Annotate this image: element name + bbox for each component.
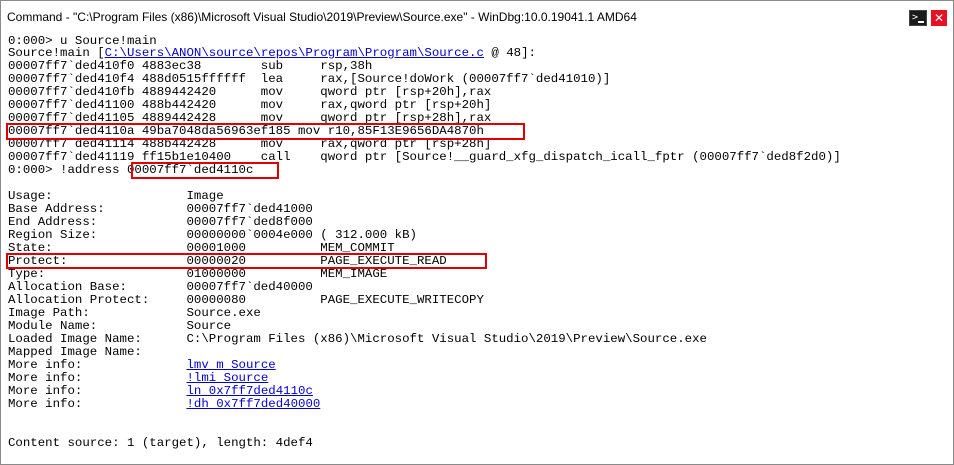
highlight-box-protect	[6, 253, 487, 269]
title-bar: Command - "C:\Program Files (x86)\Micros…	[1, 1, 953, 35]
more-info-link[interactable]: !lmi Source	[186, 371, 268, 385]
highlight-box-mov-instruction	[6, 123, 525, 140]
command-output[interactable]: 0:000> u Source!main Source!main [C:\Use…	[1, 35, 953, 464]
highlight-box-address	[131, 162, 279, 179]
output-line: More info: !dh 0x7ff7ded40000	[8, 398, 320, 411]
source-file-link[interactable]: C:\Users\ANON\source\repos\Program\Progr…	[105, 46, 484, 60]
command-prompt-icon[interactable]: >	[909, 10, 927, 26]
window-title: Command - "C:\Program Files (x86)\Micros…	[7, 10, 637, 24]
output-text: More info:	[8, 397, 187, 411]
output-text: More info:	[8, 371, 187, 385]
more-info-link[interactable]: !dh 0x7ff7ded40000	[186, 397, 320, 411]
more-info-link[interactable]: lmv m Source	[186, 358, 275, 372]
output-line: Content source: 1 (target), length: 4def…	[8, 436, 313, 450]
output-text: Source!main [	[8, 46, 105, 60]
close-icon[interactable]: ✕	[931, 10, 947, 26]
windbg-command-window: Command - "C:\Program Files (x86)\Micros…	[0, 0, 954, 465]
more-info-link[interactable]: ln 0x7ff7ded4110c	[186, 384, 312, 398]
output-text: More info:	[8, 358, 187, 372]
output-text: More info:	[8, 384, 187, 398]
output-text: @ 48]:	[483, 46, 536, 60]
